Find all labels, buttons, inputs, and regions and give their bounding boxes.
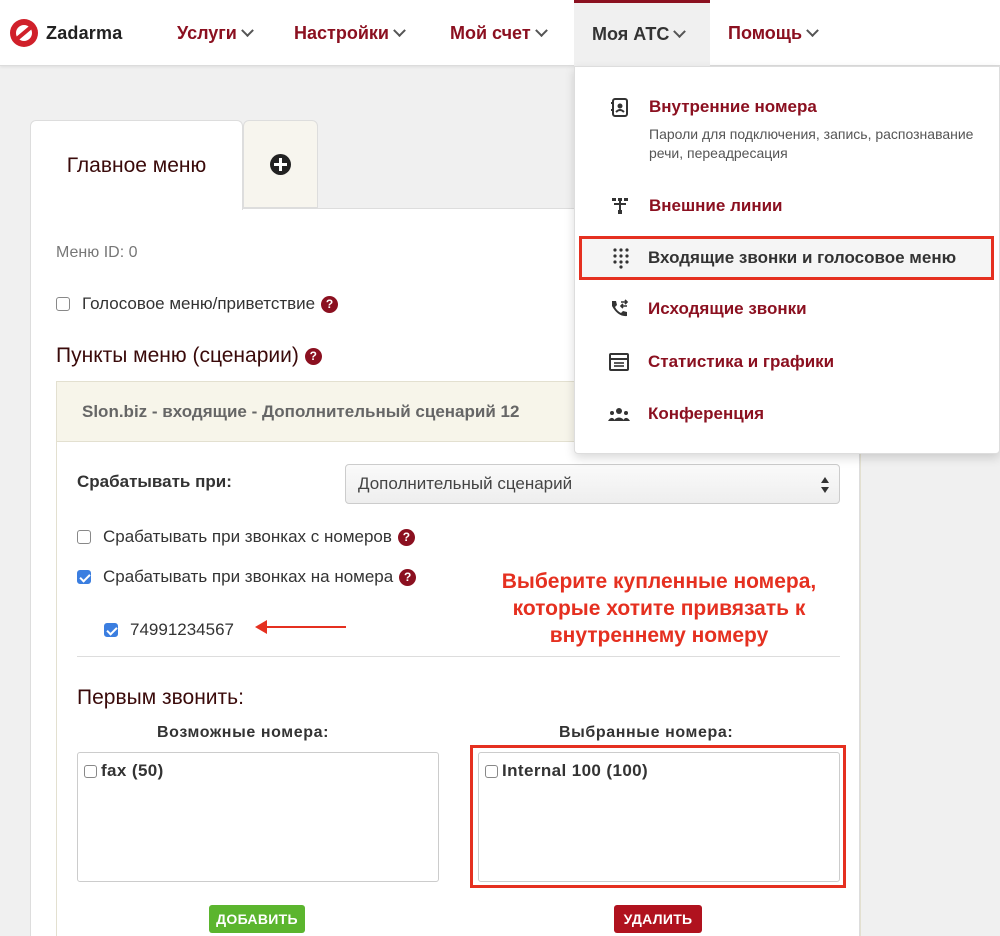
annotation-line: которые хотите привязать к: [512, 597, 806, 620]
annotation-line: внутреннему номеру: [549, 624, 769, 647]
annotation-highlight-box: [470, 745, 846, 888]
dropdown-item-title: Внутренние номера: [649, 97, 817, 116]
group-icon: [608, 408, 630, 421]
nav-settings[interactable]: Настройки: [294, 0, 406, 66]
nav-services[interactable]: Услуги: [177, 0, 254, 66]
dialpad-icon: [613, 248, 629, 269]
voice-menu-checkbox[interactable]: [56, 297, 70, 311]
annotation-text: Выберите купленные номера, которые хотит…: [474, 568, 844, 649]
to-numbers-checkbox[interactable]: [77, 570, 91, 584]
number-checkbox[interactable]: [104, 623, 118, 637]
dropdown-item-title: Исходящие звонки: [648, 299, 807, 318]
select-arrows-icon: [821, 477, 829, 493]
from-numbers-label: Срабатывать при звонках с номеров: [103, 527, 392, 546]
list-item-checkbox[interactable]: [84, 764, 97, 778]
nav-services-label: Услуги: [177, 22, 237, 43]
number-row: 74991234567: [104, 620, 234, 640]
tab-add[interactable]: [243, 120, 318, 208]
help-icon[interactable]: ?: [399, 568, 417, 586]
help-icon[interactable]: ?: [321, 295, 339, 313]
help-icon[interactable]: ?: [397, 528, 415, 546]
dropdown-item-incoming-calls[interactable]: Входящие звонки и голосовое меню: [579, 236, 994, 280]
divider: [77, 656, 840, 657]
dropdown-item-title: Статистика и графики: [648, 352, 835, 371]
list-item[interactable]: fax (50): [84, 761, 432, 781]
voice-menu-label: Голосовое меню/приветствие: [82, 294, 316, 313]
dropdown-item-conference[interactable]: Конференция: [574, 403, 1000, 433]
dropdown-item-subtitle: Пароли для подключения, запись, распозна…: [649, 126, 974, 161]
nav-help[interactable]: Помощь: [728, 0, 819, 66]
dropdown-item-title: Конференция: [648, 404, 765, 423]
delete-button[interactable]: УДАЛИТЬ: [614, 905, 702, 933]
trigger-label: Срабатывать при:: [77, 472, 232, 491]
annotation-line: Выберите купленные номера,: [501, 570, 817, 593]
first-call-title: Первым звонить:: [77, 686, 244, 709]
voice-menu-row: Голосовое меню/приветствие ?: [56, 294, 339, 314]
help-icon[interactable]: ?: [304, 347, 322, 365]
from-numbers-checkbox[interactable]: [77, 530, 91, 544]
dropdown-item-title: Внешние линии: [649, 196, 783, 215]
chevron-down-icon: [806, 23, 819, 37]
nav-my-pbx-label: Моя АТС: [592, 24, 670, 44]
list-item-label: fax (50): [101, 761, 164, 780]
table-chart-icon: [609, 353, 629, 371]
zadarma-logo-icon: [10, 19, 38, 47]
dropdown-item-external-lines[interactable]: Внешние линии: [575, 195, 1000, 225]
dropdown-item-outgoing-calls[interactable]: Исходящие звонки: [574, 298, 1000, 328]
tab-main-menu[interactable]: Главное меню: [30, 120, 243, 210]
number-value: 74991234567: [130, 620, 235, 639]
logo-text: Zadarma: [46, 22, 123, 43]
trigger-select-value: Дополнительный сценарий: [358, 474, 573, 493]
selected-numbers-label: Выбранные номера:: [559, 724, 734, 741]
phone-outgoing-icon: [612, 299, 629, 317]
menu-id: Меню ID: 0: [56, 244, 138, 261]
annotation-arrow-icon: [255, 620, 346, 634]
chevron-down-icon: [393, 23, 406, 37]
chevron-down-icon: [673, 25, 687, 39]
dropdown-item-title: Входящие звонки и голосовое меню: [648, 248, 957, 267]
menu-items-title-text: Пункты меню (сценарии): [56, 344, 299, 367]
to-numbers-label: Срабатывать при звонках на номера: [103, 567, 394, 586]
chevron-down-icon: [534, 23, 548, 37]
zadarma-logo[interactable]: Zadarma: [10, 18, 122, 48]
plus-circle-icon: [270, 153, 291, 175]
dropdown-item-internal-numbers[interactable]: Внутренние номера Пароли для подключения…: [575, 95, 1000, 165]
available-numbers-label: Возможные номера:: [157, 724, 330, 741]
to-numbers-row: Срабатывать при звонках на номера ?: [77, 567, 417, 587]
chevron-down-icon: [240, 23, 254, 37]
top-navbar: Zadarma Услуги Настройки Мой счет Моя АТ…: [0, 0, 1000, 66]
nav-my-pbx[interactable]: Моя АТС: [574, 0, 710, 66]
from-numbers-row: Срабатывать при звонках с номеров ?: [77, 527, 415, 547]
scenario-title: Slon.biz - входящие - Дополнительный сце…: [82, 401, 520, 421]
address-book-icon: [611, 98, 628, 117]
nav-help-label: Помощь: [728, 22, 803, 43]
tab-main-menu-label: Главное меню: [66, 153, 207, 177]
nav-settings-label: Настройки: [294, 22, 389, 43]
nav-my-account-label: Мой счет: [450, 22, 531, 43]
add-button[interactable]: ДОБАВИТЬ: [209, 905, 305, 933]
nav-my-account[interactable]: Мой счет: [450, 0, 548, 66]
trigger-select[interactable]: Дополнительный сценарий: [345, 464, 840, 504]
menu-items-title: Пункты меню (сценарии) ?: [56, 344, 322, 368]
available-numbers-list[interactable]: fax (50): [77, 752, 439, 882]
dropdown-item-statistics[interactable]: Статистика и графики: [574, 351, 1000, 381]
network-icon: [612, 198, 628, 214]
